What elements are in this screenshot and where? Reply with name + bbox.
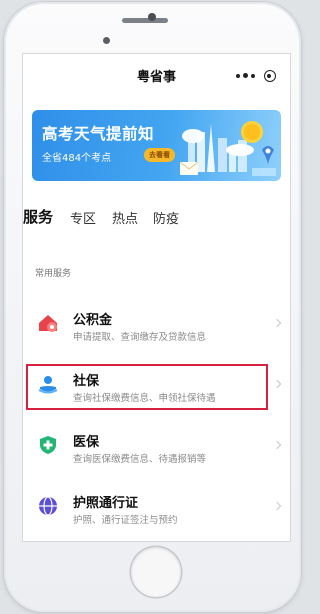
phone-frame: 粤省事 高考天气提前知 全省484个考点 去看看 服务 专区 热点 防疫 常用服…	[4, 2, 301, 612]
more-dots-icon[interactable]	[236, 73, 256, 79]
passport-icon	[39, 496, 57, 516]
tab-zone[interactable]: 专区	[70, 208, 96, 227]
camera-dot	[148, 13, 156, 21]
service-title: 社保	[73, 374, 100, 389]
nav-bar: 粤省事	[23, 54, 290, 98]
section-label: 常用服务	[35, 269, 72, 279]
close-circle-icon[interactable]	[263, 70, 276, 82]
service-housing-fund[interactable]: 公积金 申请提取、查询缴存及贷款信息	[23, 298, 290, 354]
service-medical-insurance[interactable]: 医保 查询医保缴费信息、待遇报销等	[23, 420, 290, 476]
chevron-right-icon	[272, 318, 282, 328]
service-title: 护照通行证	[73, 496, 139, 511]
service-social-security[interactable]: 社保 查询社保缴费信息、申领社保待遇	[23, 359, 290, 415]
service-title: 公积金	[73, 313, 113, 328]
mini-program-capsule	[232, 65, 280, 87]
tab-services[interactable]: 服务	[23, 206, 53, 227]
chevron-right-icon	[272, 440, 282, 450]
speaker-grille	[122, 18, 168, 23]
tab-epidemic[interactable]: 防疫	[153, 208, 179, 227]
banner-title: 高考天气提前知	[42, 125, 155, 143]
app-screen: 粤省事 高考天气提前知 全省484个考点 去看看 服务 专区 热点 防疫 常用服…	[23, 54, 290, 541]
tab-hot[interactable]: 热点	[112, 208, 138, 227]
service-desc: 申请提取、查询缴存及贷款信息	[73, 332, 207, 343]
chevron-right-icon	[272, 501, 282, 511]
medical-insurance-icon	[40, 436, 56, 454]
service-desc: 查询医保缴费信息、待遇报销等	[73, 454, 207, 465]
tab-bar: 服务 专区 热点 防疫	[23, 202, 290, 232]
banner-subtitle: 全省484个考点	[42, 153, 112, 164]
front-camera	[103, 37, 110, 44]
home-button[interactable]	[131, 547, 181, 597]
chevron-right-icon	[272, 379, 282, 389]
service-title: 医保	[73, 435, 100, 450]
service-desc: 护照、通行证签注与预约	[73, 515, 178, 526]
service-passport[interactable]: 护照通行证 护照、通行证签注与预约	[23, 481, 290, 537]
service-desc: 查询社保缴费信息、申领社保待遇	[73, 393, 216, 404]
housing-fund-icon	[39, 315, 57, 332]
social-security-icon	[38, 376, 58, 394]
promo-banner[interactable]: 高考天气提前知 全省484个考点 去看看	[32, 110, 281, 181]
city-weather-icon	[179, 121, 276, 176]
